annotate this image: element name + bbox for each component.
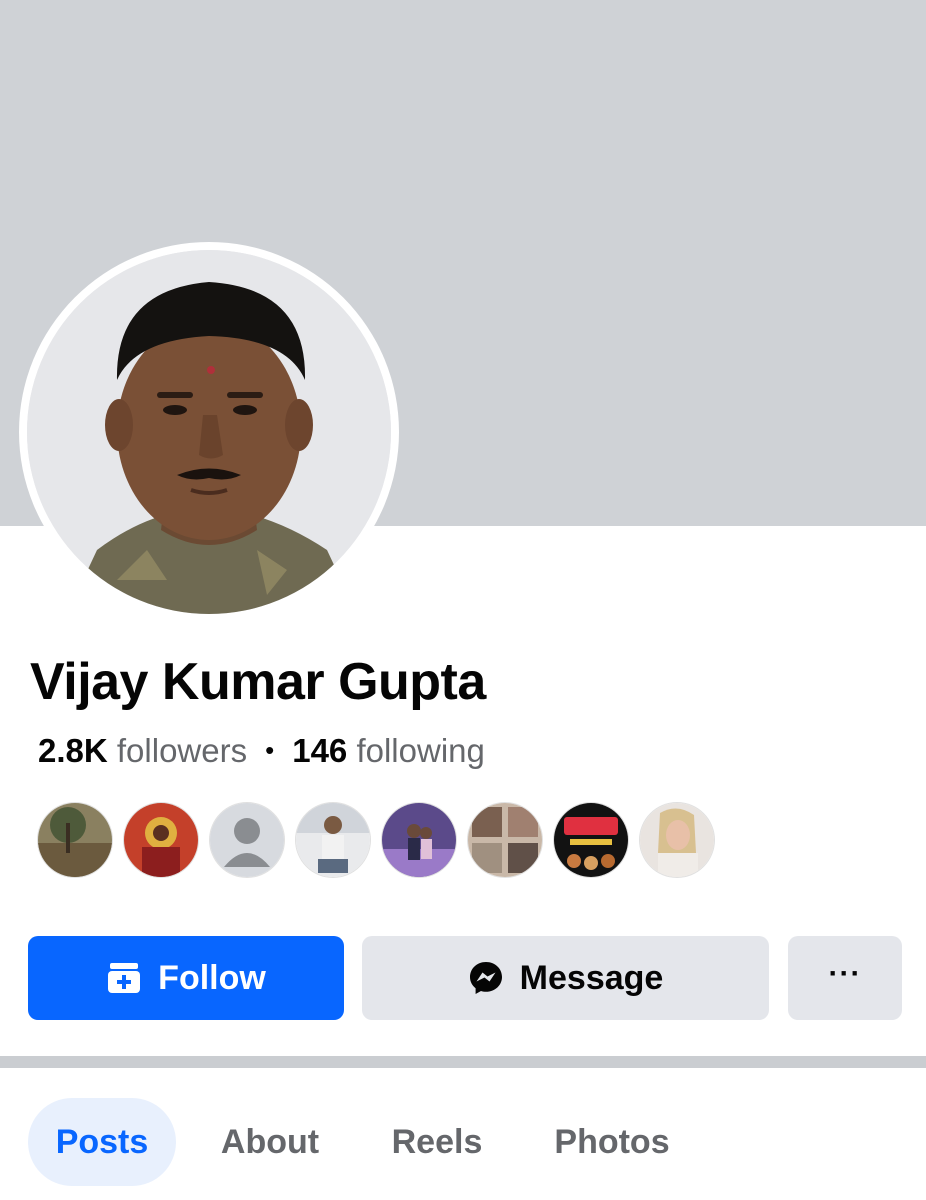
follow-plus-icon (106, 961, 142, 995)
followers-label[interactable]: followers (117, 732, 247, 769)
section-divider (0, 1056, 926, 1068)
friend-avatar[interactable] (296, 803, 370, 877)
tab-reels[interactable]: Reels (378, 1098, 496, 1186)
friend-avatar[interactable] (554, 803, 628, 877)
friend-avatar[interactable] (382, 803, 456, 877)
profile-picture[interactable] (27, 250, 391, 614)
profile-tabs: Posts About Reels Photos (0, 1098, 926, 1186)
friend-avatar[interactable] (468, 803, 542, 877)
more-options-button[interactable]: ··· (788, 936, 902, 1020)
follow-stats: 2.8K followers • 146 following (38, 732, 485, 770)
friend-avatar[interactable] (640, 803, 714, 877)
more-dots-icon: ··· (828, 957, 862, 990)
profile-name: Vijay Kumar Gupta (30, 653, 486, 711)
friend-avatar[interactable] (124, 803, 198, 877)
message-button[interactable]: Message (362, 936, 769, 1020)
tab-photos[interactable]: Photos (540, 1098, 684, 1186)
messenger-icon (468, 960, 504, 996)
message-label: Message (519, 958, 664, 997)
follow-label: Follow (158, 958, 266, 997)
following-count[interactable]: 146 (292, 732, 347, 769)
follow-button[interactable]: Follow (28, 936, 344, 1020)
tab-about[interactable]: About (208, 1098, 332, 1186)
tab-posts[interactable]: Posts (28, 1098, 176, 1186)
stats-separator: • (265, 735, 275, 765)
followers-count[interactable]: 2.8K (38, 732, 108, 769)
profile-picture-ring (19, 242, 399, 622)
following-label[interactable]: following (356, 732, 484, 769)
friend-avatar[interactable] (38, 803, 112, 877)
friend-avatar[interactable] (210, 803, 284, 877)
